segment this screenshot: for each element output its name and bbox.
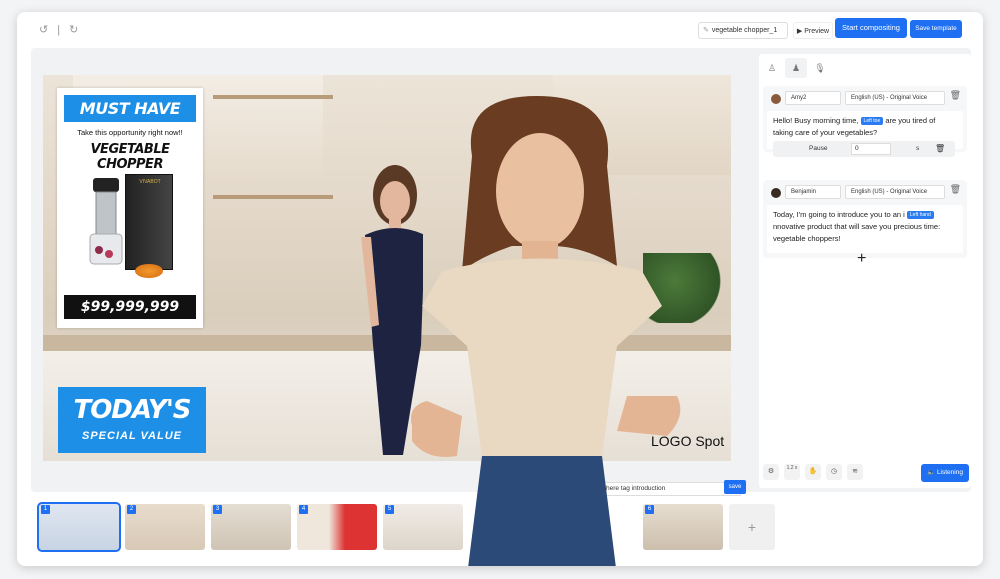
panel-tabs: ♙ ♟ 🎙 (759, 58, 839, 78)
listening-button[interactable]: 🔈 Listening (921, 464, 969, 482)
listening-label: Listening (936, 469, 963, 476)
todays-text: TODAY'S (73, 395, 191, 425)
person-icon[interactable]: ♙ (761, 58, 783, 78)
must-have-banner: MUST HAVE BUY (64, 95, 196, 145)
scene-number: 5 (385, 505, 394, 514)
scene-number: 3 (213, 505, 222, 514)
script-text-before: Today, I'm going to introduce you to an … (773, 210, 905, 219)
script-panel: ♙ ♟ 🎙 Amy2 English (US) - Original Voice… (759, 54, 971, 488)
preview-button[interactable]: ▶ Preview (793, 22, 833, 39)
clock-icon[interactable]: ◷ (826, 464, 842, 480)
opportunity-text: Take this opportunity right now!! (77, 128, 183, 137)
script-text-after: nnovative product that will save you pre… (773, 222, 941, 243)
product-ad-card[interactable]: MUST HAVE BUY Take this opportunity righ… (57, 88, 203, 328)
script-text-before: Hello! Busy morning time, (773, 116, 859, 125)
avatar (771, 94, 781, 104)
foreground-presenter[interactable] (402, 96, 692, 566)
scene-thumbnail[interactable]: 4 (297, 504, 377, 550)
panel-bottom-tools: ⚙ 1.2 x ✋ ◷ ≋ (763, 464, 893, 482)
voice-select[interactable]: English (US) - Original Voice (845, 185, 945, 199)
scene-number: 1 (41, 505, 50, 514)
pencil-icon: ✎ (703, 27, 709, 34)
product-title: VEGETABLE CHOPPER (90, 142, 170, 172)
add-scene-button[interactable]: + (729, 504, 775, 550)
people-icon[interactable]: ♟ (785, 58, 807, 78)
editor-window: ↺ | ↻ ✎ vegetable chopper_1 ▶ Preview Sta… (17, 12, 983, 566)
trash-icon[interactable]: 🗑 (950, 90, 961, 101)
carrot-shreds (135, 264, 163, 278)
product-box: VIVABOT (125, 174, 173, 270)
special-value-text: SPECIAL VALUE (82, 430, 182, 442)
scene-number: 2 (127, 505, 136, 514)
gesture-chip[interactable]: Left hand (906, 211, 934, 220)
template-name-field[interactable]: ✎ vegetable chopper_1 (698, 22, 788, 39)
settings-icon[interactable]: ⚙ (763, 464, 779, 480)
script-text[interactable]: Today, I'm going to introduce you to an … (767, 205, 963, 253)
pause-row: Pause 0 s 🗑 (773, 141, 955, 157)
trash-icon[interactable]: 🗑 (935, 141, 945, 157)
top-toolbar: ↺ | ↻ ✎ vegetable chopper_1 ▶ Preview Sta… (17, 12, 983, 46)
tag-save-button[interactable]: save (724, 480, 746, 494)
speed-button[interactable]: 1.2 x (784, 464, 800, 480)
start-compositing-button[interactable]: Start compositing (835, 18, 907, 38)
speaker-icon: 🔈 (927, 469, 936, 476)
gesture-icon[interactable]: ✋ (805, 464, 821, 480)
add-block-icon[interactable]: + (857, 250, 866, 268)
scene-thumbnail[interactable]: 2 (125, 504, 205, 550)
kitchen-shelf (213, 95, 333, 99)
undo-redo-icons[interactable]: ↺ | ↻ (39, 23, 81, 36)
scene-thumbnail[interactable]: 3 (211, 504, 291, 550)
gesture-chip[interactable]: Left toe (860, 117, 884, 126)
template-name-text: vegetable chopper_1 (711, 27, 778, 34)
price-label: $99,999,999 (64, 295, 196, 319)
save-template-button[interactable]: Save template (910, 20, 962, 38)
kitchen-shelf (213, 195, 333, 199)
filter-icon[interactable]: ≋ (847, 464, 863, 480)
trash-icon[interactable]: 🗑 (950, 184, 961, 195)
speaker-select[interactable]: Amy2 (785, 91, 841, 105)
pause-label: Pause (809, 145, 828, 152)
scene-number: 4 (299, 505, 308, 514)
mic-icon[interactable]: 🎙 (809, 58, 831, 78)
chopper-image (89, 178, 123, 265)
pause-input[interactable]: 0 (851, 143, 891, 155)
script-block: Benjamin English (US) - Original Voice 🗑… (763, 180, 967, 258)
avatar (771, 188, 781, 198)
scene-thumbnail[interactable]: 1 (37, 502, 121, 552)
special-value-banner[interactable]: TODAY'S SPECIAL VALUE (58, 387, 206, 453)
voice-select[interactable]: English (US) - Original Voice (845, 91, 945, 105)
speaker-select[interactable]: Benjamin (785, 185, 841, 199)
pause-unit: s (916, 145, 920, 152)
box-brand: VIVABOT (139, 179, 161, 185)
